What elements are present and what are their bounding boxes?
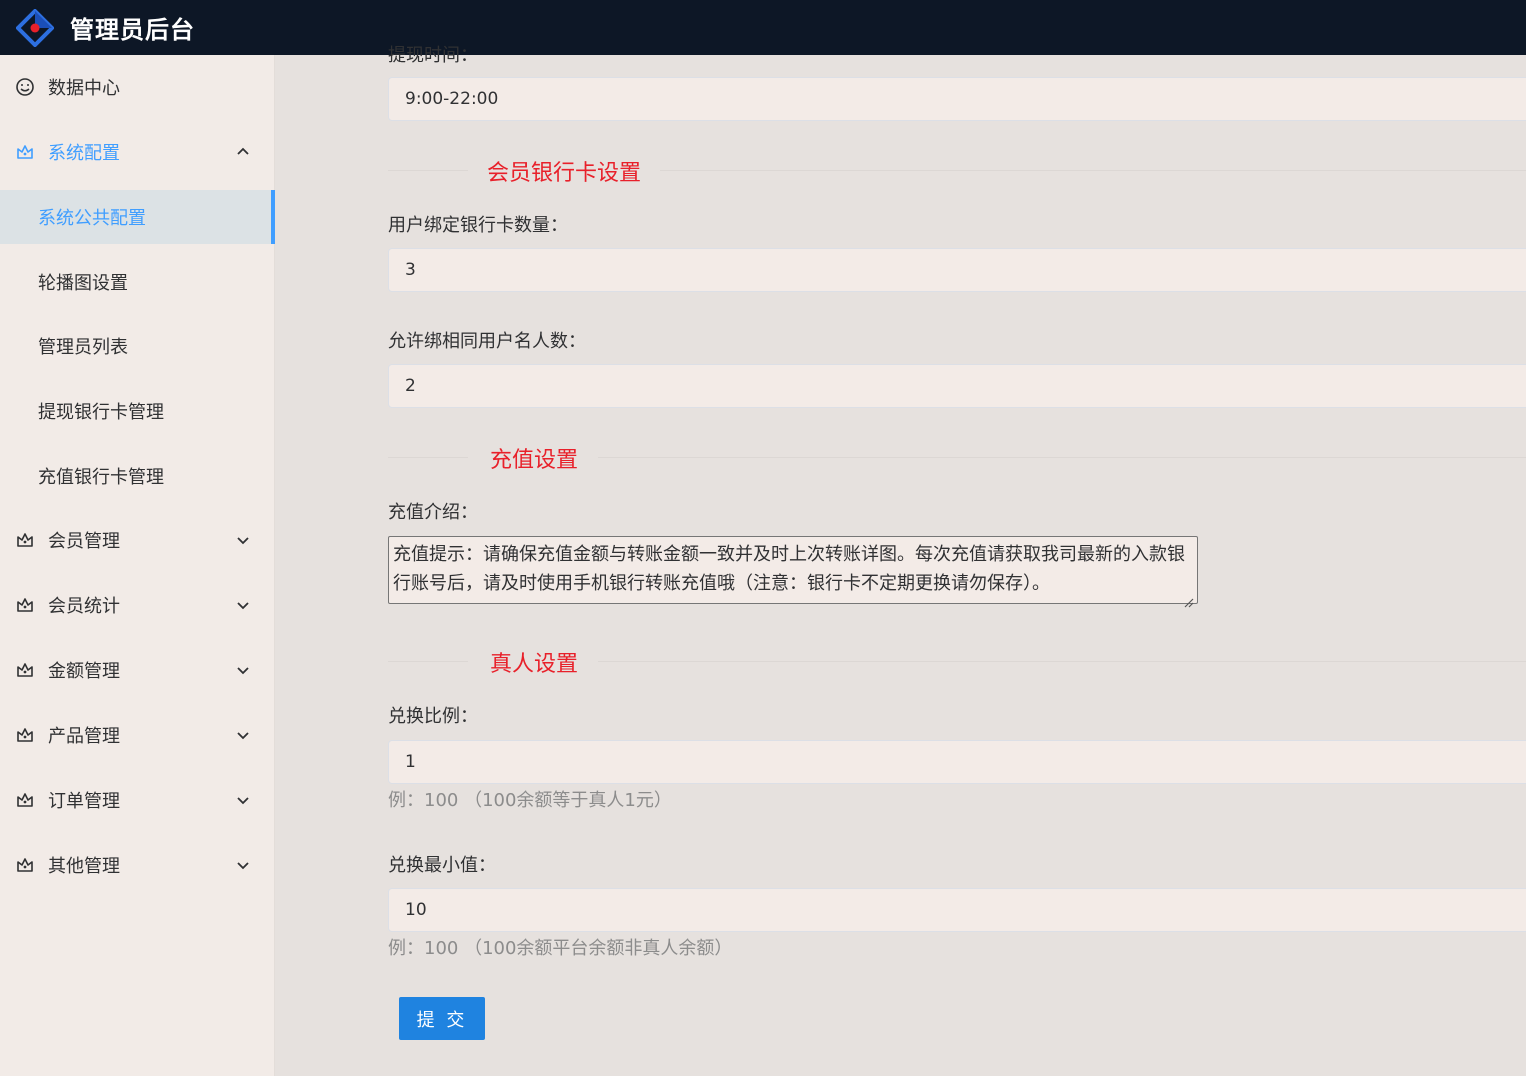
same-name-count-label: 允许绑相同用户名人数： [388, 331, 586, 352]
smile-icon [15, 77, 35, 97]
exchange-ratio-hint: 例：100 （100余额等于真人1元） [388, 790, 672, 811]
exchange-ratio-label: 兑换比例： [388, 706, 478, 727]
sidebar-item-other-mgmt[interactable]: 其他管理 [0, 838, 275, 892]
exchange-min-hint: 例：100 （100余额平台余额非真人余额） [388, 938, 733, 959]
app-title: 管理员后台 [70, 16, 195, 44]
recharge-intro-text: 充值提示：请确保充值金额与转账金额一致并及时上次转账详图。每次充值请获取我司最新… [393, 544, 1185, 594]
crown-icon [15, 530, 35, 550]
chevron-down-icon [234, 791, 252, 809]
divider [388, 457, 468, 458]
divider [388, 661, 468, 662]
sidebar: 数据中心 系统配置 系统公共配置 轮播图设置 管理员列表 提现银行卡管理 充值银… [0, 55, 275, 1076]
resize-handle-icon[interactable] [1182, 588, 1194, 608]
chevron-down-icon [234, 596, 252, 614]
bind-card-count-input[interactable]: 3 [388, 248, 1526, 292]
crown-icon [15, 790, 35, 810]
chevron-down-icon [234, 726, 252, 744]
exchange-min-label: 兑换最小值： [388, 855, 496, 876]
sidebar-item-label: 系统配置 [48, 143, 120, 164]
sidebar-item-product-mgmt[interactable]: 产品管理 [0, 708, 275, 762]
crown-icon [15, 855, 35, 875]
exchange-ratio-input[interactable]: 1 [388, 740, 1526, 784]
section-title: 会员银行卡设置 [487, 161, 642, 186]
sidebar-subitem-admin-list[interactable]: 管理员列表 [0, 319, 275, 373]
section-title: 真人设置 [490, 652, 579, 677]
submit-button[interactable]: 提 交 [399, 997, 485, 1040]
withdraw-time-input[interactable]: 9:00-22:00 [388, 77, 1526, 121]
same-name-count-input[interactable]: 2 [388, 364, 1526, 408]
crown-icon [15, 142, 35, 162]
sidebar-item-label: 数据中心 [48, 78, 120, 99]
chevron-down-icon [234, 531, 252, 549]
bind-card-count-label: 用户绑定银行卡数量： [388, 215, 568, 236]
chevron-down-icon [234, 661, 252, 679]
sidebar-item-label: 其他管理 [48, 856, 120, 877]
sidebar-item-label: 金额管理 [48, 661, 120, 682]
section-real-person: 真人设置 [388, 646, 1526, 677]
logo-icon [15, 7, 55, 48]
sidebar-subitem-recharge-card[interactable]: 充值银行卡管理 [0, 449, 275, 503]
exchange-min-input[interactable]: 10 [388, 888, 1526, 932]
recharge-intro-textarea[interactable]: 充值提示：请确保充值金额与转账金额一致并及时上次转账详图。每次充值请获取我司最新… [388, 536, 1198, 608]
sidebar-item-member-mgmt[interactable]: 会员管理 [0, 513, 275, 567]
chevron-down-icon [234, 856, 252, 874]
config-form: 提现时间： 9:00-22:00 会员银行卡设置 用户绑定银行卡数量： 3 允许… [276, 45, 1526, 1076]
divider [660, 170, 1526, 171]
crown-icon [15, 595, 35, 615]
sidebar-subitem-withdraw-card[interactable]: 提现银行卡管理 [0, 384, 275, 438]
sidebar-item-data-center[interactable]: 数据中心 [0, 60, 275, 114]
divider [598, 457, 1526, 458]
sidebar-subitem-banner[interactable]: 轮播图设置 [0, 255, 275, 309]
sidebar-item-member-stats[interactable]: 会员统计 [0, 578, 275, 632]
sidebar-item-label: 产品管理 [48, 726, 120, 747]
sidebar-item-order-mgmt[interactable]: 订单管理 [0, 773, 275, 827]
withdraw-time-label: 提现时间： [388, 45, 478, 66]
sidebar-item-system-config[interactable]: 系统配置 [0, 125, 275, 179]
crown-icon [15, 725, 35, 745]
crown-icon [15, 660, 35, 680]
sidebar-item-amount-mgmt[interactable]: 金额管理 [0, 643, 275, 697]
sidebar-subitem-public-config[interactable]: 系统公共配置 [0, 190, 275, 244]
sidebar-item-label: 会员管理 [48, 531, 120, 552]
divider [598, 661, 1526, 662]
section-bank-card: 会员银行卡设置 [388, 155, 1526, 186]
section-title: 充值设置 [490, 448, 579, 473]
top-bar: 管理员后台 [0, 0, 1526, 55]
divider [388, 170, 468, 171]
sidebar-item-label: 订单管理 [48, 791, 120, 812]
recharge-intro-label: 充值介绍： [388, 502, 478, 523]
sidebar-item-label: 会员统计 [48, 596, 120, 617]
chevron-up-icon [234, 143, 252, 161]
section-recharge: 充值设置 [388, 442, 1526, 473]
